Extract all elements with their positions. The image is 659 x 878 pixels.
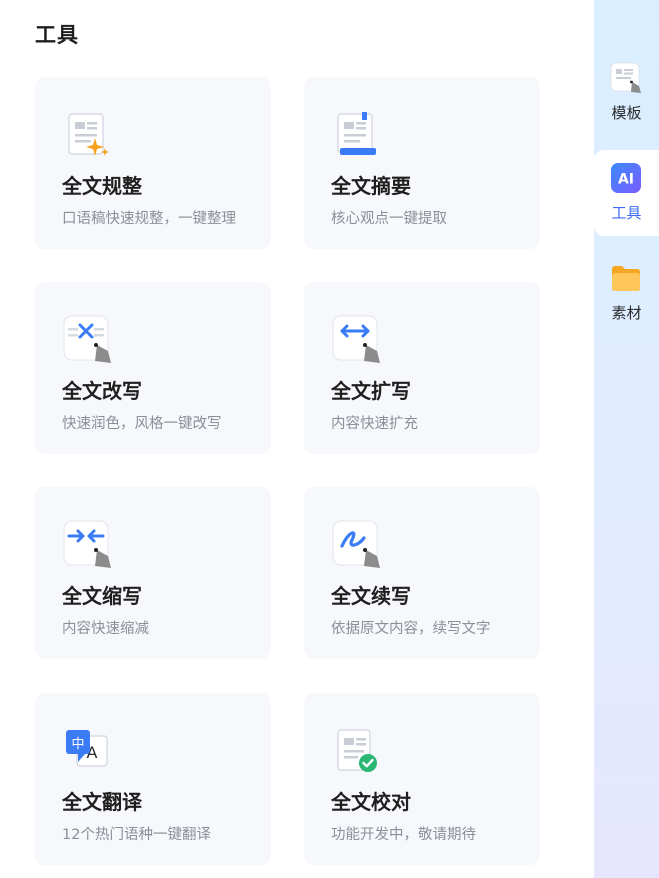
- tool-desc: 核心观点一键提取: [331, 211, 447, 227]
- tool-desc: 功能开发中，敬请期待: [331, 827, 476, 843]
- translate-icon: A 中: [63, 726, 111, 774]
- tool-card-summary[interactable]: 全文摘要 核心观点一键提取: [304, 77, 540, 249]
- tool-desc: 12个热门语种一键翻译: [62, 827, 211, 843]
- tool-title: 全文摘要: [331, 174, 411, 198]
- tool-title: 全文改写: [62, 379, 142, 403]
- tool-desc: 内容快速扩充: [331, 416, 418, 432]
- sidebar-item-label: 素材: [611, 304, 642, 322]
- document-sparkle-icon: [63, 110, 111, 158]
- tool-card-translate[interactable]: A 中 全文翻译 12个热门语种一键翻译: [35, 693, 271, 865]
- document-summary-icon: [332, 110, 380, 158]
- tool-desc: 口语稿快速规整，一键整理: [62, 211, 236, 227]
- shrink-icon: [63, 520, 111, 568]
- sidebar-item-materials[interactable]: 素材: [594, 250, 659, 336]
- sidebar-item-tools[interactable]: AI 工具: [594, 150, 659, 236]
- ai-icon: AI: [610, 162, 642, 194]
- svg-text:中: 中: [71, 737, 84, 752]
- tool-card-shrink[interactable]: 全文缩写 内容快速缩减: [35, 487, 271, 659]
- tool-desc: 内容快速缩减: [62, 621, 149, 637]
- tool-card-rewrite[interactable]: 全文改写 快速润色，风格一键改写: [35, 282, 271, 454]
- tool-card-normalize[interactable]: 全文规整 口语稿快速规整，一键整理: [35, 77, 271, 249]
- expand-icon: [332, 315, 380, 363]
- right-sidebar: 模板 AI 工具 素材: [594, 0, 659, 878]
- tool-title: 全文翻译: [62, 790, 142, 814]
- tool-title: 全文校对: [331, 790, 411, 814]
- tool-title: 全文规整: [62, 174, 142, 198]
- continue-writing-icon: [332, 520, 380, 568]
- tool-title: 全文续写: [331, 584, 411, 608]
- tool-card-proofread[interactable]: 全文校对 功能开发中，敬请期待: [304, 693, 540, 865]
- tool-desc: 依据原文内容，续写文字: [331, 621, 491, 637]
- rewrite-icon: [63, 315, 111, 363]
- folder-icon: [610, 262, 642, 294]
- sidebar-item-template[interactable]: 模板: [594, 50, 659, 136]
- tool-desc: 快速润色，风格一键改写: [62, 416, 222, 432]
- ai-icon-text: AI: [618, 172, 634, 188]
- proofread-icon: [332, 726, 380, 774]
- sidebar-item-label: 模板: [611, 104, 642, 122]
- tool-title: 全文缩写: [62, 584, 142, 608]
- template-icon: [610, 62, 642, 94]
- tool-title: 全文扩写: [331, 379, 411, 403]
- sidebar-item-label: 工具: [611, 204, 642, 222]
- tool-card-expand[interactable]: 全文扩写 内容快速扩充: [304, 282, 540, 454]
- tool-card-continue[interactable]: 全文续写 依据原文内容，续写文字: [304, 487, 540, 659]
- page-title: 工具: [35, 23, 79, 47]
